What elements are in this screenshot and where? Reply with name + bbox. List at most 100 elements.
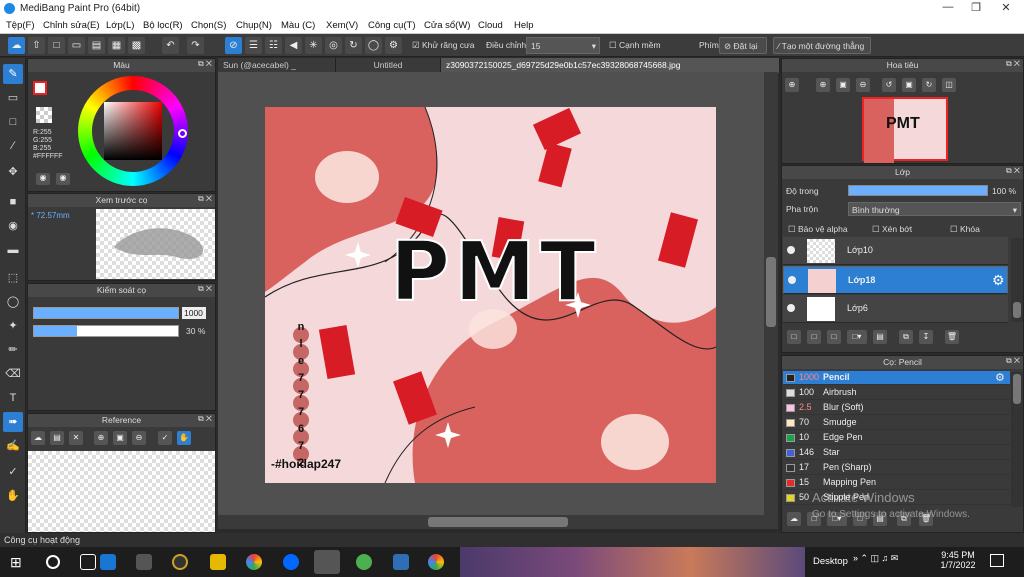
menu-view[interactable]: Xem(V) xyxy=(326,20,358,31)
snap-settings-icon[interactable]: ⚙ xyxy=(385,37,402,54)
calculator-icon[interactable] xyxy=(136,554,152,570)
zoom-out-icon[interactable]: ⊖ xyxy=(856,78,870,92)
menu-select[interactable]: Chọn(S) xyxy=(191,20,226,31)
rotate-right-icon[interactable]: ↻ xyxy=(922,78,936,92)
adjust-select[interactable]: 15 ▾ xyxy=(526,37,600,54)
file-explorer-icon[interactable] xyxy=(210,554,226,570)
brush-size-input[interactable]: 1000 xyxy=(182,307,206,319)
primary-color-swatch[interactable] xyxy=(33,81,47,95)
menu-file[interactable]: Tệp(F) xyxy=(6,20,35,31)
divide-tool-icon[interactable]: ✍ xyxy=(3,436,23,456)
layer-row[interactable]: Lớp10 xyxy=(783,237,1008,265)
layer-opacity-slider[interactable] xyxy=(848,185,988,196)
windows-start-icon[interactable]: ⊞ xyxy=(10,554,26,570)
new-8bit-layer-icon[interactable]: □ xyxy=(827,330,841,344)
fit-icon[interactable]: ▣ xyxy=(113,431,127,445)
flip-icon[interactable]: ◫ xyxy=(942,78,956,92)
fill-rect-tool-icon[interactable]: ■ xyxy=(3,192,23,212)
chat-icon[interactable]: ▭ xyxy=(68,37,85,54)
horizontal-scrollbar[interactable] xyxy=(218,515,778,529)
tab-sun-twitter[interactable]: Sun (@acecabel) _ Twitter.jpg xyxy=(218,58,336,85)
panel-controls-icon[interactable]: ⧉ ✕ xyxy=(198,59,212,69)
brush-item[interactable]: 100 Airbrush xyxy=(783,386,1010,400)
hand-tool-icon[interactable]: ✋ xyxy=(3,486,23,506)
visibility-icon[interactable] xyxy=(787,304,795,312)
gear-icon[interactable]: ⚙ xyxy=(995,371,1005,384)
vertical-scrollbar[interactable] xyxy=(764,72,778,515)
fit-icon[interactable]: ▣ xyxy=(836,78,850,92)
brush-item[interactable]: 146 Star xyxy=(783,446,1010,460)
lasso-tool-icon[interactable]: ◯ xyxy=(3,292,23,312)
brush-tool-icon[interactable]: ✎ xyxy=(3,64,23,84)
layer-scrollbar[interactable] xyxy=(1011,238,1023,322)
vertical-scroll-thumb[interactable] xyxy=(766,257,776,327)
layer-row-selected[interactable]: Lớp18 ⚙ xyxy=(783,266,1008,294)
zoom-in-icon[interactable]: ⊕ xyxy=(94,431,108,445)
brush-item-selected[interactable]: 1000 Pencil ⚙ xyxy=(783,371,1010,385)
menu-capture[interactable]: Chụp(N) xyxy=(236,20,272,31)
close-icon[interactable]: ✕ xyxy=(992,1,1020,17)
app-blue-icon[interactable] xyxy=(393,554,409,570)
eraser-tool-icon[interactable]: ▭ xyxy=(3,88,23,108)
tab-untitled[interactable]: Untitled xyxy=(336,58,441,73)
panel-controls-icon[interactable]: ⧉ ✕ xyxy=(1006,166,1020,176)
horizontal-scroll-thumb[interactable] xyxy=(428,517,568,527)
duplicate-layer-icon[interactable]: ⧉ xyxy=(899,330,913,344)
color-settings-icon[interactable]: ◉ xyxy=(56,173,70,185)
hue-handle[interactable] xyxy=(178,129,187,138)
panel-controls-icon[interactable]: ⧉ ✕ xyxy=(198,284,212,294)
bucket-tool-icon[interactable]: ◉ xyxy=(3,216,23,236)
menu-window[interactable]: Cửa sổ(W) xyxy=(424,20,470,31)
zoom-in-icon[interactable]: ⊕ xyxy=(816,78,830,92)
brush-item[interactable]: 15 Mapping Pen xyxy=(783,476,1010,490)
clipping-checkbox[interactable]: ☐ Xén bớt xyxy=(872,224,912,235)
panel-controls-icon[interactable]: ⧉ ✕ xyxy=(1006,59,1020,69)
dot-tool-icon[interactable]: □ xyxy=(3,112,23,132)
app-green-icon[interactable] xyxy=(356,554,372,570)
cloud-brush-icon[interactable]: ☁ xyxy=(787,512,801,526)
chrome-icon[interactable] xyxy=(246,554,262,570)
redo-icon[interactable]: ↷ xyxy=(187,37,204,54)
open-cloud-icon[interactable]: ☁ xyxy=(31,431,45,445)
menu-edit[interactable]: Chỉnh sửa(E) xyxy=(43,20,100,31)
clock[interactable]: 9:45 PM 1/7/2022 xyxy=(940,550,976,570)
delete-layer-icon[interactable]: 🗑 xyxy=(945,330,959,344)
tiles-icon[interactable]: ▩ xyxy=(128,37,145,54)
zoom-out-icon[interactable]: ⊖ xyxy=(132,431,146,445)
menu-layer[interactable]: Lớp(L) xyxy=(106,20,134,31)
eyedropper-icon[interactable]: ✓ xyxy=(3,462,23,482)
brush-item[interactable]: 2.5 Blur (Soft) xyxy=(783,401,1010,415)
navigator-thumbnail[interactable]: PMT xyxy=(862,97,948,163)
curve-snap-icon[interactable]: ↻ xyxy=(345,37,362,54)
chrome-icon-2[interactable] xyxy=(428,554,444,570)
cross-snap-icon[interactable]: ☷ xyxy=(265,37,282,54)
grid-icon[interactable]: ▦ xyxy=(108,37,125,54)
radial-snap-icon[interactable]: ✳ xyxy=(305,37,322,54)
edge-browser-icon[interactable] xyxy=(100,554,116,570)
lock-checkbox[interactable]: ☐ Khóa xyxy=(950,224,980,235)
menu-cloud[interactable]: Cloud xyxy=(478,20,503,31)
minimize-icon[interactable]: — xyxy=(934,1,962,17)
brush-item[interactable]: 17 Pen (Sharp) xyxy=(783,461,1010,475)
restore-icon[interactable]: ❐ xyxy=(962,1,990,17)
brush-size-slider[interactable] xyxy=(33,307,179,319)
protect-alpha-checkbox[interactable]: ☐ Bảo vệ alpha xyxy=(788,224,848,235)
gradient-tool-icon[interactable]: ▬ xyxy=(3,240,23,260)
menu-help[interactable]: Help xyxy=(514,20,534,31)
text-tool-icon[interactable]: T xyxy=(3,388,23,408)
layer-scroll-thumb[interactable] xyxy=(1013,302,1021,318)
share-icon[interactable]: ⇧ xyxy=(28,37,45,54)
panel-controls-icon[interactable]: ⧉ ✕ xyxy=(1006,356,1020,366)
notification-icon[interactable] xyxy=(990,554,1004,567)
reference-canvas[interactable] xyxy=(28,451,215,532)
folder-icon[interactable]: ▤ xyxy=(873,330,887,344)
straight-line-button[interactable]: ∕ Tạo một đường thẳng xyxy=(773,37,871,54)
parallel-snap-icon[interactable]: ☰ xyxy=(245,37,262,54)
select-tool-icon[interactable]: ⬚ xyxy=(3,268,23,288)
artwork-canvas[interactable]: PMT n l e 7 7 7 6 7 2 -#hoidap247 xyxy=(265,107,716,483)
brush-scroll-thumb[interactable] xyxy=(1013,374,1021,404)
panel-controls-icon[interactable]: ⧉ ✕ xyxy=(198,414,212,424)
vanish-snap-icon[interactable]: ◀ xyxy=(285,37,302,54)
palette-icon[interactable]: ◉ xyxy=(36,173,50,185)
brush-opacity-slider[interactable] xyxy=(33,325,179,337)
